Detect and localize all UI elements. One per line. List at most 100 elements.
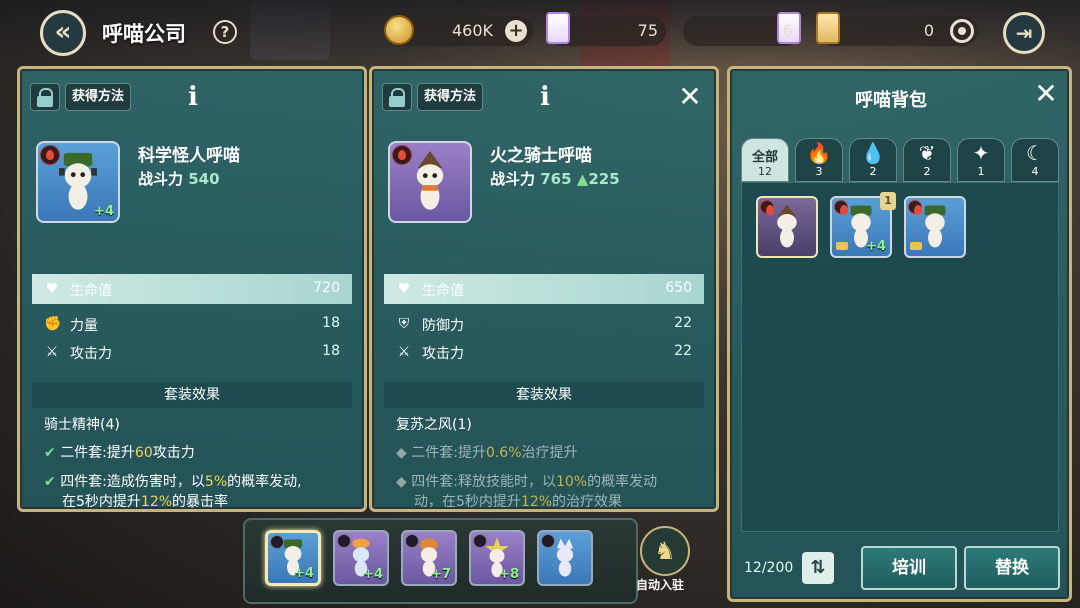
fire-element-icon [834,200,848,215]
card-icon [546,12,570,44]
sort-button[interactable]: ⇅ [802,552,834,584]
exit-door-icon: ⇥ [1015,21,1033,45]
page-title: 呼喵公司 [102,22,186,46]
set-highlight: 12% [520,494,553,510]
compare-miao-panel: 获得方法 i ✕ 火之骑士呼喵 战斗力 765 ▲225 ♥ 生命值 650 ⛨… [369,66,719,512]
equipped-badge: 1 [880,192,896,210]
backpack-item[interactable]: 1 +4 [830,192,896,258]
fire-element-icon [40,145,60,165]
sort-icon: ⇅ [810,557,826,578]
tab-label: 全部 [751,150,778,165]
combat-power-label: 战斗力 [138,170,184,188]
card-gold-resource: 6 [683,12,801,46]
exit-button[interactable]: ⇥ [1003,12,1045,54]
stat-strength: ✊ 力量 18 [32,309,352,339]
diamond-bullet-icon: ◆ [396,445,407,461]
fire-knight-miao-image [416,150,444,210]
plus-level: +7 [431,567,451,582]
dock-slot[interactable] [537,530,593,586]
plus-level: +4 [363,567,383,582]
element-icon [270,535,284,549]
combat-power: 战斗力 540 [138,168,220,189]
dock-slot[interactable]: +7 [401,530,457,586]
miao-portrait [388,141,472,223]
stat-value: 720 [313,280,340,296]
moon-icon: ☾ [1026,141,1044,165]
stat-value: 22 [674,315,692,331]
dock-slot[interactable]: +4 [333,530,389,586]
tab-star[interactable]: ✦ 1 [957,138,1005,182]
shield-icon: ⛨ [398,316,410,332]
tab-moon[interactable]: ☾ 4 [1011,138,1059,182]
close-icon[interactable]: ✕ [1032,80,1060,108]
set-bonus-line: ✔ 四件套:造成伤害时，以5%的概率发动, [44,472,302,492]
set-effect-header: 套装效果 [32,382,352,408]
backpack-item[interactable] [904,196,966,258]
train-button[interactable]: 培训 [861,546,957,590]
lock-button[interactable] [382,83,412,111]
auto-assign-button[interactable]: ♞ [640,526,690,576]
combat-power-label: 战斗力 [490,170,536,188]
set-text: 治疗提升 [521,445,578,461]
close-icon[interactable]: ✕ [676,83,704,111]
miao-name: 火之骑士呼喵 [490,146,592,166]
capacity-counter: 12/200 [744,560,794,576]
stat-value: 18 [322,315,340,331]
tab-leaf[interactable]: ❦ 2 [903,138,951,182]
dock-slot[interactable]: +8 [469,530,525,586]
dock-slot[interactable]: +4 [265,530,321,586]
set-text: 的概率发动 [587,474,658,490]
current-miao-panel: 获得方法 i +4 科学怪人呼喵 战斗力 540 ♥ 生命值 720 ✊ 力量 … [17,66,367,512]
stat-attack: ⚔ 攻击力 18 [32,337,352,367]
fire-icon: 🔥 [806,141,832,165]
back-button[interactable]: « [40,10,86,56]
element-icon [541,534,555,548]
auto-assign-icon: ♞ [654,537,676,565]
lock-button[interactable] [30,83,60,111]
fist-icon: ✊ [44,316,62,332]
set-bonus-line: 在5秒内提升12%的暴击率 [62,492,228,512]
card-resource: 75 [546,12,666,46]
element-icon [405,534,419,548]
set-text: 的治疗效果 [552,494,623,510]
set-highlight: 0.6% [485,445,522,461]
set-highlight: 12% [140,494,173,510]
help-button[interactable]: ? [213,20,237,44]
back-arrow-icon: « [54,17,72,47]
tab-all[interactable]: 全部 12 [741,138,789,182]
plus-level: +8 [499,567,519,582]
info-icon[interactable]: i [532,83,558,111]
plus-level: +4 [866,239,886,254]
stat-label: 攻击力 [70,346,112,362]
stat-defense: ⛨ 防御力 22 [384,309,704,339]
water-drop-icon: 💧 [860,141,886,165]
tab-fire[interactable]: 🔥 3 [795,138,843,182]
set-text: 的概率发动, [227,474,302,490]
stat-value: 650 [665,280,692,296]
set-text: 动，在5秒内提升 [414,494,521,510]
set-text: 二件套:提升 [411,445,486,461]
frankenstein-miao-image [924,205,946,248]
heart-icon: ♥ [397,281,411,297]
tab-water[interactable]: 💧 2 [849,138,897,182]
info-icon[interactable]: i [180,83,206,111]
gold-card-value: 0 [923,21,934,40]
stat-label: 生命值 [422,283,464,299]
element-icon [337,534,351,548]
check-icon: ✔ [44,474,56,490]
target-icon[interactable] [950,19,974,43]
stat-label: 攻击力 [422,346,464,362]
check-icon: ✔ [44,445,56,461]
how-to-get-button[interactable]: 获得方法 [65,83,132,111]
thumbs-up-icon [836,242,848,250]
combat-power: 战斗力 765 ▲225 [490,168,620,189]
add-coin-button[interactable]: + [505,20,527,42]
set-highlight: 10% [555,474,588,490]
how-to-get-button[interactable]: 获得方法 [417,83,484,111]
backpack-item[interactable] [756,196,818,258]
tab-count: 12 [758,165,772,178]
miao-portrait: +4 [36,141,120,223]
tab-count: 2 [923,165,931,178]
plus-level: +4 [94,204,114,219]
replace-button[interactable]: 替换 [964,546,1060,590]
